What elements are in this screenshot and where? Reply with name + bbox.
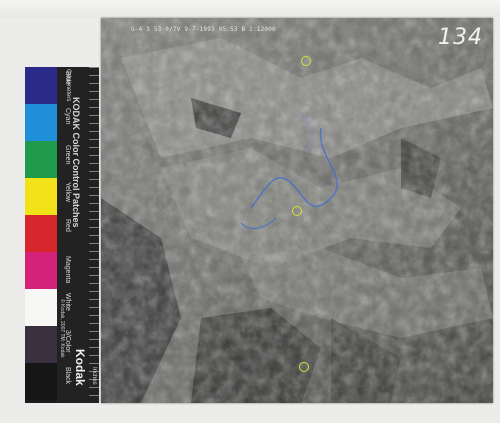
patch-yellow	[25, 178, 57, 215]
patch-label: Black	[64, 367, 71, 385]
strip-title: KODAK Color Control Patches	[71, 97, 81, 228]
kodak-brand: Kodak	[73, 349, 87, 386]
patch-cyan	[25, 104, 57, 141]
patch-label: Yellow	[64, 182, 71, 202]
location-marker	[301, 56, 311, 66]
inches-label: Inches	[91, 367, 97, 385]
patch-label: 3/Color	[64, 330, 71, 353]
patch-label: Blue	[64, 71, 71, 86]
patch-green	[25, 141, 57, 178]
kodak-color-control-strip: Centimeters KODAK Color Control Patches …	[25, 67, 99, 403]
patch-white	[25, 289, 57, 326]
patch-red	[25, 215, 57, 252]
frame-number: 134	[438, 25, 483, 50]
color-patches	[25, 67, 57, 403]
ruler-scale	[89, 67, 99, 403]
location-marker	[299, 362, 309, 372]
patch-black	[25, 363, 57, 400]
patch-blue	[25, 67, 57, 104]
patch-magenta	[25, 252, 57, 289]
strip-label-panel: Centimeters KODAK Color Control Patches …	[57, 67, 99, 403]
patch-label: Green	[64, 145, 71, 165]
patch-label: White	[64, 293, 71, 311]
patch-label: Cyan	[64, 108, 71, 125]
photo-header-text: G-4 3 53-0/7V 9-7-1993 05:53 B 1:12000	[131, 26, 276, 33]
location-marker	[292, 206, 302, 216]
patch-3color	[25, 326, 57, 363]
patch-label: Red	[64, 219, 71, 232]
aerial-photograph: G-4 3 53-0/7V 9-7-1993 05:53 B 1:12000 1…	[101, 18, 493, 403]
scanner-background	[0, 0, 500, 18]
patch-label: Magenta	[64, 256, 71, 284]
